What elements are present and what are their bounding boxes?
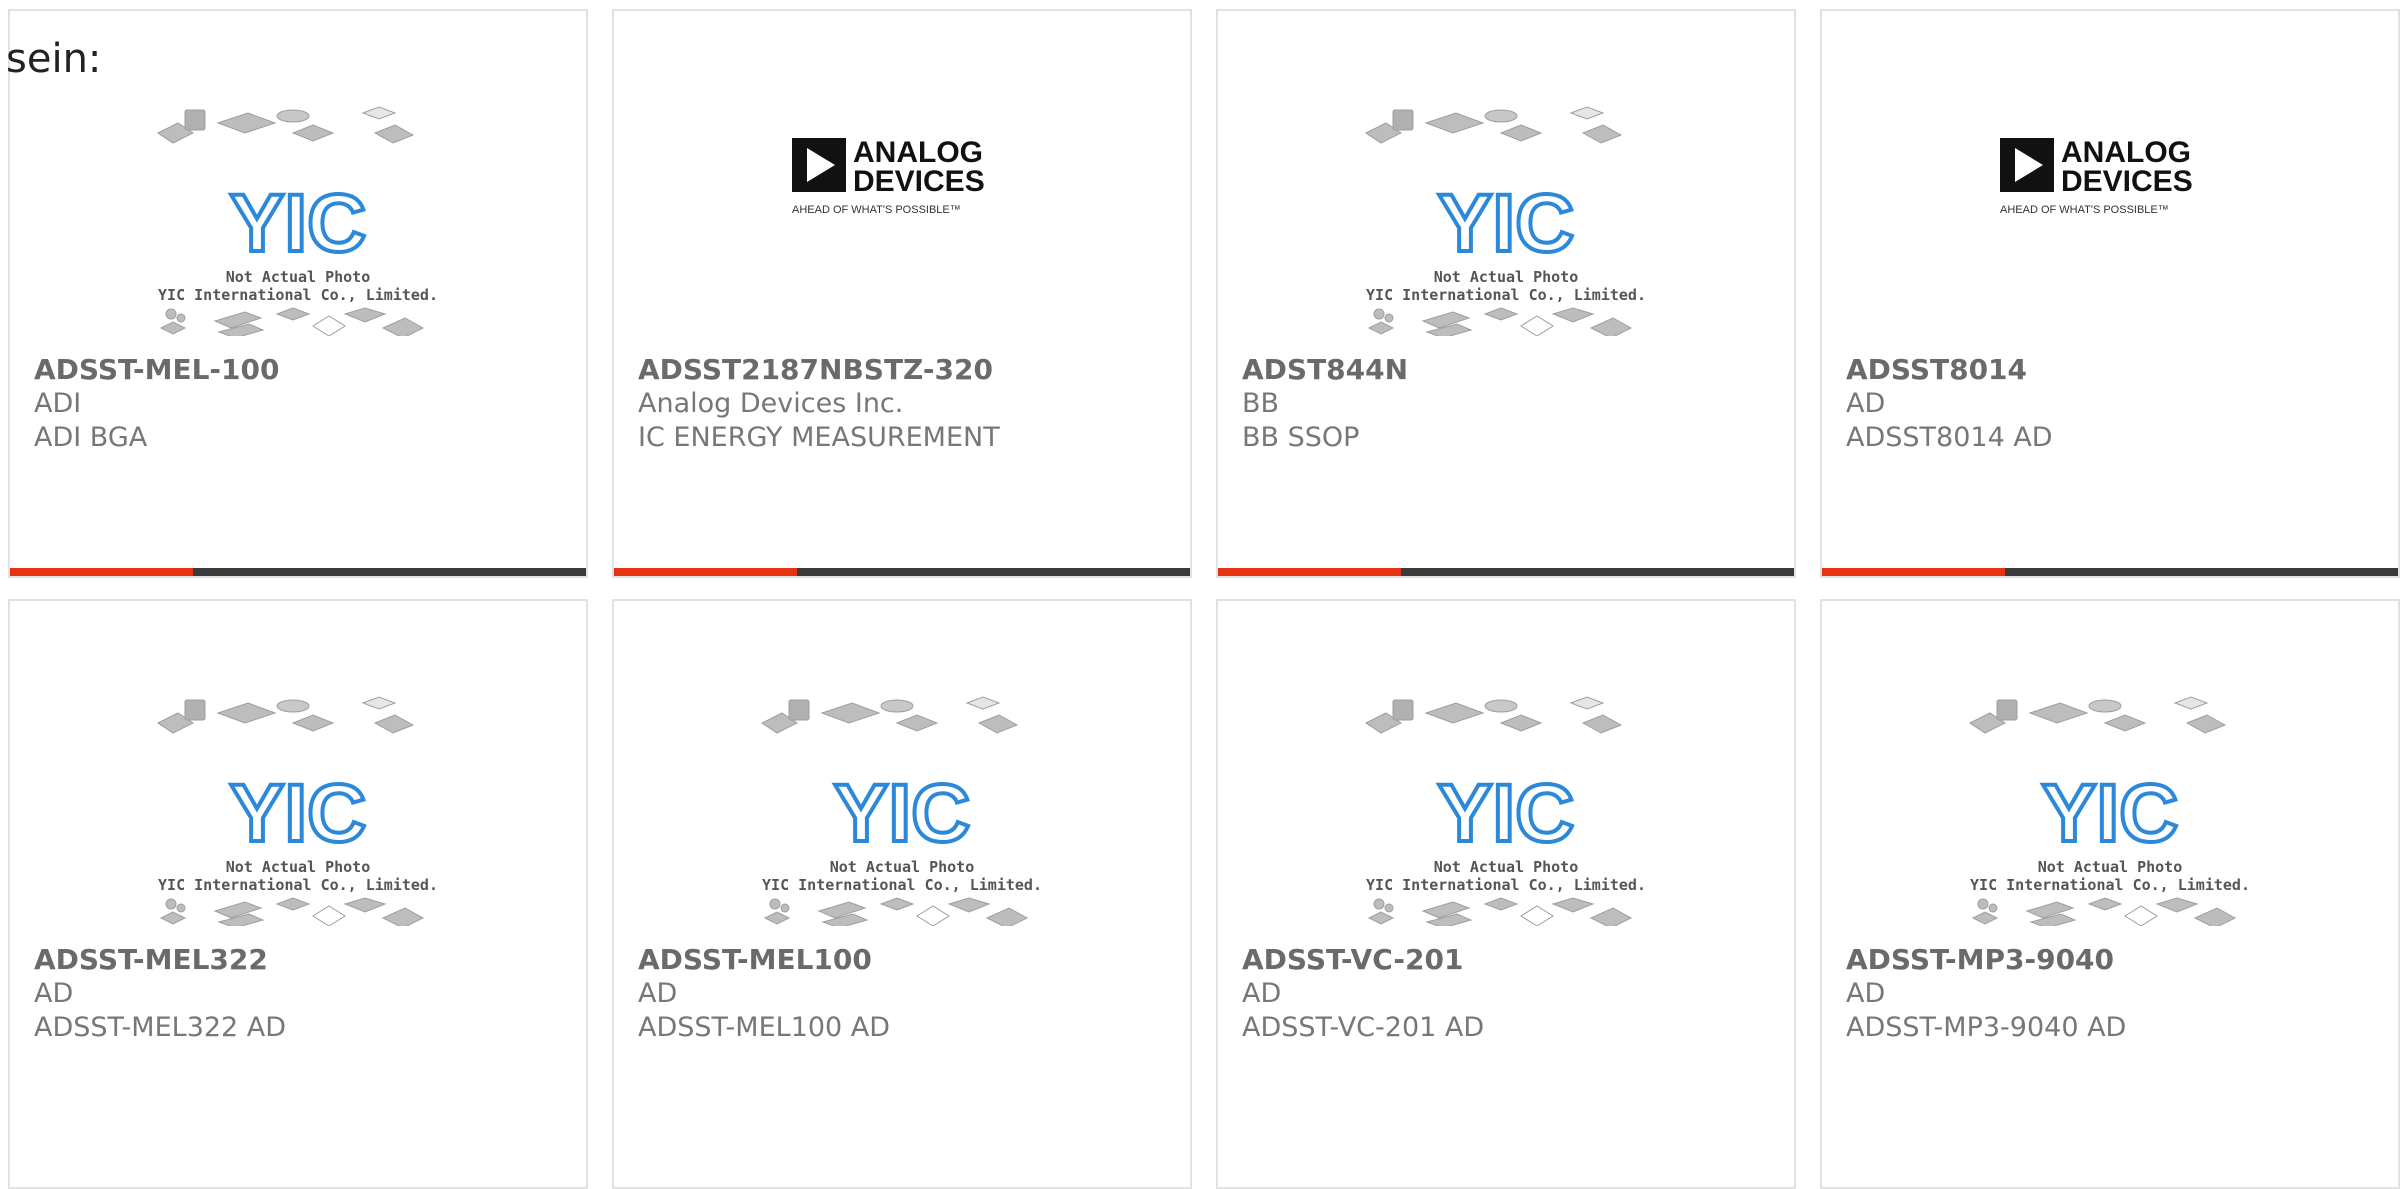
- card-accent-bar: [614, 568, 1190, 576]
- placeholder-line1: Not Actual Photo: [2038, 858, 2183, 876]
- placeholder-line2: YIC International Co., Limited.: [1366, 876, 1646, 894]
- placeholder-line1: Not Actual Photo: [1434, 858, 1579, 876]
- description: IC ENERGY MEASUREMENT: [638, 422, 1000, 453]
- intro-text: sein:: [6, 36, 102, 82]
- product-card[interactable]: ANALOG DEVICES AHEAD OF WHAT'S POSSIBLE™…: [612, 9, 1192, 578]
- description: ADSST-MEL322 AD: [34, 1012, 287, 1043]
- card-accent-highlight: [614, 568, 797, 576]
- card-accent-highlight: [10, 568, 193, 576]
- manufacturer: Analog Devices Inc.: [638, 388, 904, 419]
- description: ADSST-MP3-9040 AD: [1846, 1012, 2127, 1043]
- description: BB SSOP: [1242, 422, 1360, 453]
- part-number[interactable]: ADST844N: [1242, 353, 1784, 387]
- manufacturer: AD: [1242, 978, 1282, 1009]
- description: ADSST-VC-201 AD: [1242, 1012, 1485, 1043]
- placeholder-line2: YIC International Co., Limited.: [158, 286, 438, 304]
- product-card[interactable]: Not Actual Photo YIC International Co., …: [8, 599, 588, 1189]
- adi-logo-tagline: AHEAD OF WHAT'S POSSIBLE™: [2000, 204, 2169, 216]
- placeholder-line1: Not Actual Photo: [830, 858, 975, 876]
- part-number[interactable]: ADSST-VC-201: [1242, 943, 1784, 977]
- manufacturer: AD: [34, 978, 74, 1009]
- product-image[interactable]: Not Actual Photo YIC International Co., …: [614, 686, 1190, 946]
- product-card[interactable]: Not Actual Photo YIC International Co., …: [612, 599, 1192, 1189]
- placeholder-line1: Not Actual Photo: [1434, 268, 1579, 286]
- not-actual-photo-placeholder: Not Actual Photo YIC International Co., …: [761, 696, 1042, 926]
- card-accent-bar: [1218, 568, 1794, 576]
- product-info: ADST844N BB BB SSOP: [1242, 353, 1784, 455]
- description: ADI BGA: [34, 422, 148, 453]
- part-number[interactable]: ADSST-MEL100: [638, 943, 1180, 977]
- manufacturer: AD: [1846, 388, 1886, 419]
- product-card[interactable]: Not Actual Photo YIC International Co., …: [1216, 9, 1796, 578]
- product-card[interactable]: ANALOG DEVICES AHEAD OF WHAT'S POSSIBLE™…: [1820, 9, 2400, 578]
- placeholder-line2: YIC International Co., Limited.: [1366, 286, 1646, 304]
- adi-logo-line2: DEVICES: [2061, 165, 2193, 198]
- product-card[interactable]: Not Actual Photo YIC International Co., …: [1216, 599, 1796, 1189]
- product-card[interactable]: Not Actual Photo YIC International Co., …: [1820, 599, 2400, 1189]
- product-image[interactable]: Not Actual Photo YIC International Co., …: [1218, 96, 1794, 356]
- description: ADSST-MEL100 AD: [638, 1012, 891, 1043]
- not-actual-photo-placeholder: Not Actual Photo YIC International Co., …: [1365, 696, 1646, 926]
- part-number[interactable]: ADSST2187NBSTZ-320: [638, 353, 1180, 387]
- product-info: ADSST-MEL100 AD ADSST-MEL100 AD: [638, 943, 1180, 1045]
- part-number[interactable]: ADSST-MP3-9040: [1846, 943, 2388, 977]
- product-info: ADSST-MEL-100 ADI ADI BGA: [34, 353, 576, 455]
- product-image[interactable]: Not Actual Photo YIC International Co., …: [1218, 686, 1794, 946]
- part-number[interactable]: ADSST-MEL322: [34, 943, 576, 977]
- yic-logo: YIC: [834, 768, 971, 859]
- product-info: ADSST8014 AD ADSST8014 AD: [1846, 353, 2388, 455]
- product-image[interactable]: Not Actual Photo YIC International Co., …: [10, 686, 586, 946]
- yic-logo: YIC: [230, 768, 367, 859]
- placeholder-line2: YIC International Co., Limited.: [1970, 876, 2250, 894]
- placeholder-line1: Not Actual Photo: [226, 858, 371, 876]
- not-actual-photo-placeholder: Not Actual Photo YIC International Co., …: [157, 106, 438, 336]
- analog-devices-logo: ANALOG DEVICES AHEAD OF WHAT'S POSSIBLE™: [792, 136, 985, 216]
- manufacturer: AD: [1846, 978, 1886, 1009]
- product-info: ADSST-VC-201 AD ADSST-VC-201 AD: [1242, 943, 1784, 1045]
- yic-logo: YIC: [2042, 768, 2179, 859]
- part-number[interactable]: ADSST8014: [1846, 353, 2388, 387]
- product-info: ADSST-MEL322 AD ADSST-MEL322 AD: [34, 943, 576, 1045]
- not-actual-photo-placeholder: Not Actual Photo YIC International Co., …: [157, 696, 438, 926]
- product-grid: Not Actual Photo YIC International Co., …: [8, 9, 2400, 1189]
- product-image[interactable]: Not Actual Photo YIC International Co., …: [10, 96, 586, 356]
- placeholder-line1: Not Actual Photo: [226, 268, 371, 286]
- not-actual-photo-placeholder: Not Actual Photo YIC International Co., …: [1365, 106, 1646, 336]
- product-card[interactable]: Not Actual Photo YIC International Co., …: [8, 9, 588, 578]
- card-accent-highlight: [1822, 568, 2005, 576]
- manufacturer: ADI: [34, 388, 82, 419]
- card-accent-bar: [10, 568, 586, 576]
- not-actual-photo-placeholder: Not Actual Photo YIC International Co., …: [1969, 696, 2250, 926]
- product-info: ADSST-MP3-9040 AD ADSST-MP3-9040 AD: [1846, 943, 2388, 1045]
- manufacturer: BB: [1242, 388, 1280, 419]
- placeholder-line2: YIC International Co., Limited.: [762, 876, 1042, 894]
- yic-logo: YIC: [1438, 768, 1575, 859]
- card-accent-bar: [1822, 568, 2398, 576]
- adi-logo-line2: DEVICES: [853, 165, 985, 198]
- adi-logo-tagline: AHEAD OF WHAT'S POSSIBLE™: [792, 204, 961, 216]
- description: ADSST8014 AD: [1846, 422, 2053, 453]
- placeholder-line2: YIC International Co., Limited.: [158, 876, 438, 894]
- analog-devices-logo: ANALOG DEVICES AHEAD OF WHAT'S POSSIBLE™: [2000, 136, 2193, 216]
- yic-logo: YIC: [230, 178, 367, 269]
- product-image[interactable]: Not Actual Photo YIC International Co., …: [1822, 686, 2398, 946]
- product-info: ADSST2187NBSTZ-320 Analog Devices Inc. IC …: [638, 353, 1180, 455]
- yic-logo: YIC: [1438, 178, 1575, 269]
- part-number[interactable]: ADSST-MEL-100: [34, 353, 576, 387]
- manufacturer: AD: [638, 978, 678, 1009]
- card-accent-highlight: [1218, 568, 1401, 576]
